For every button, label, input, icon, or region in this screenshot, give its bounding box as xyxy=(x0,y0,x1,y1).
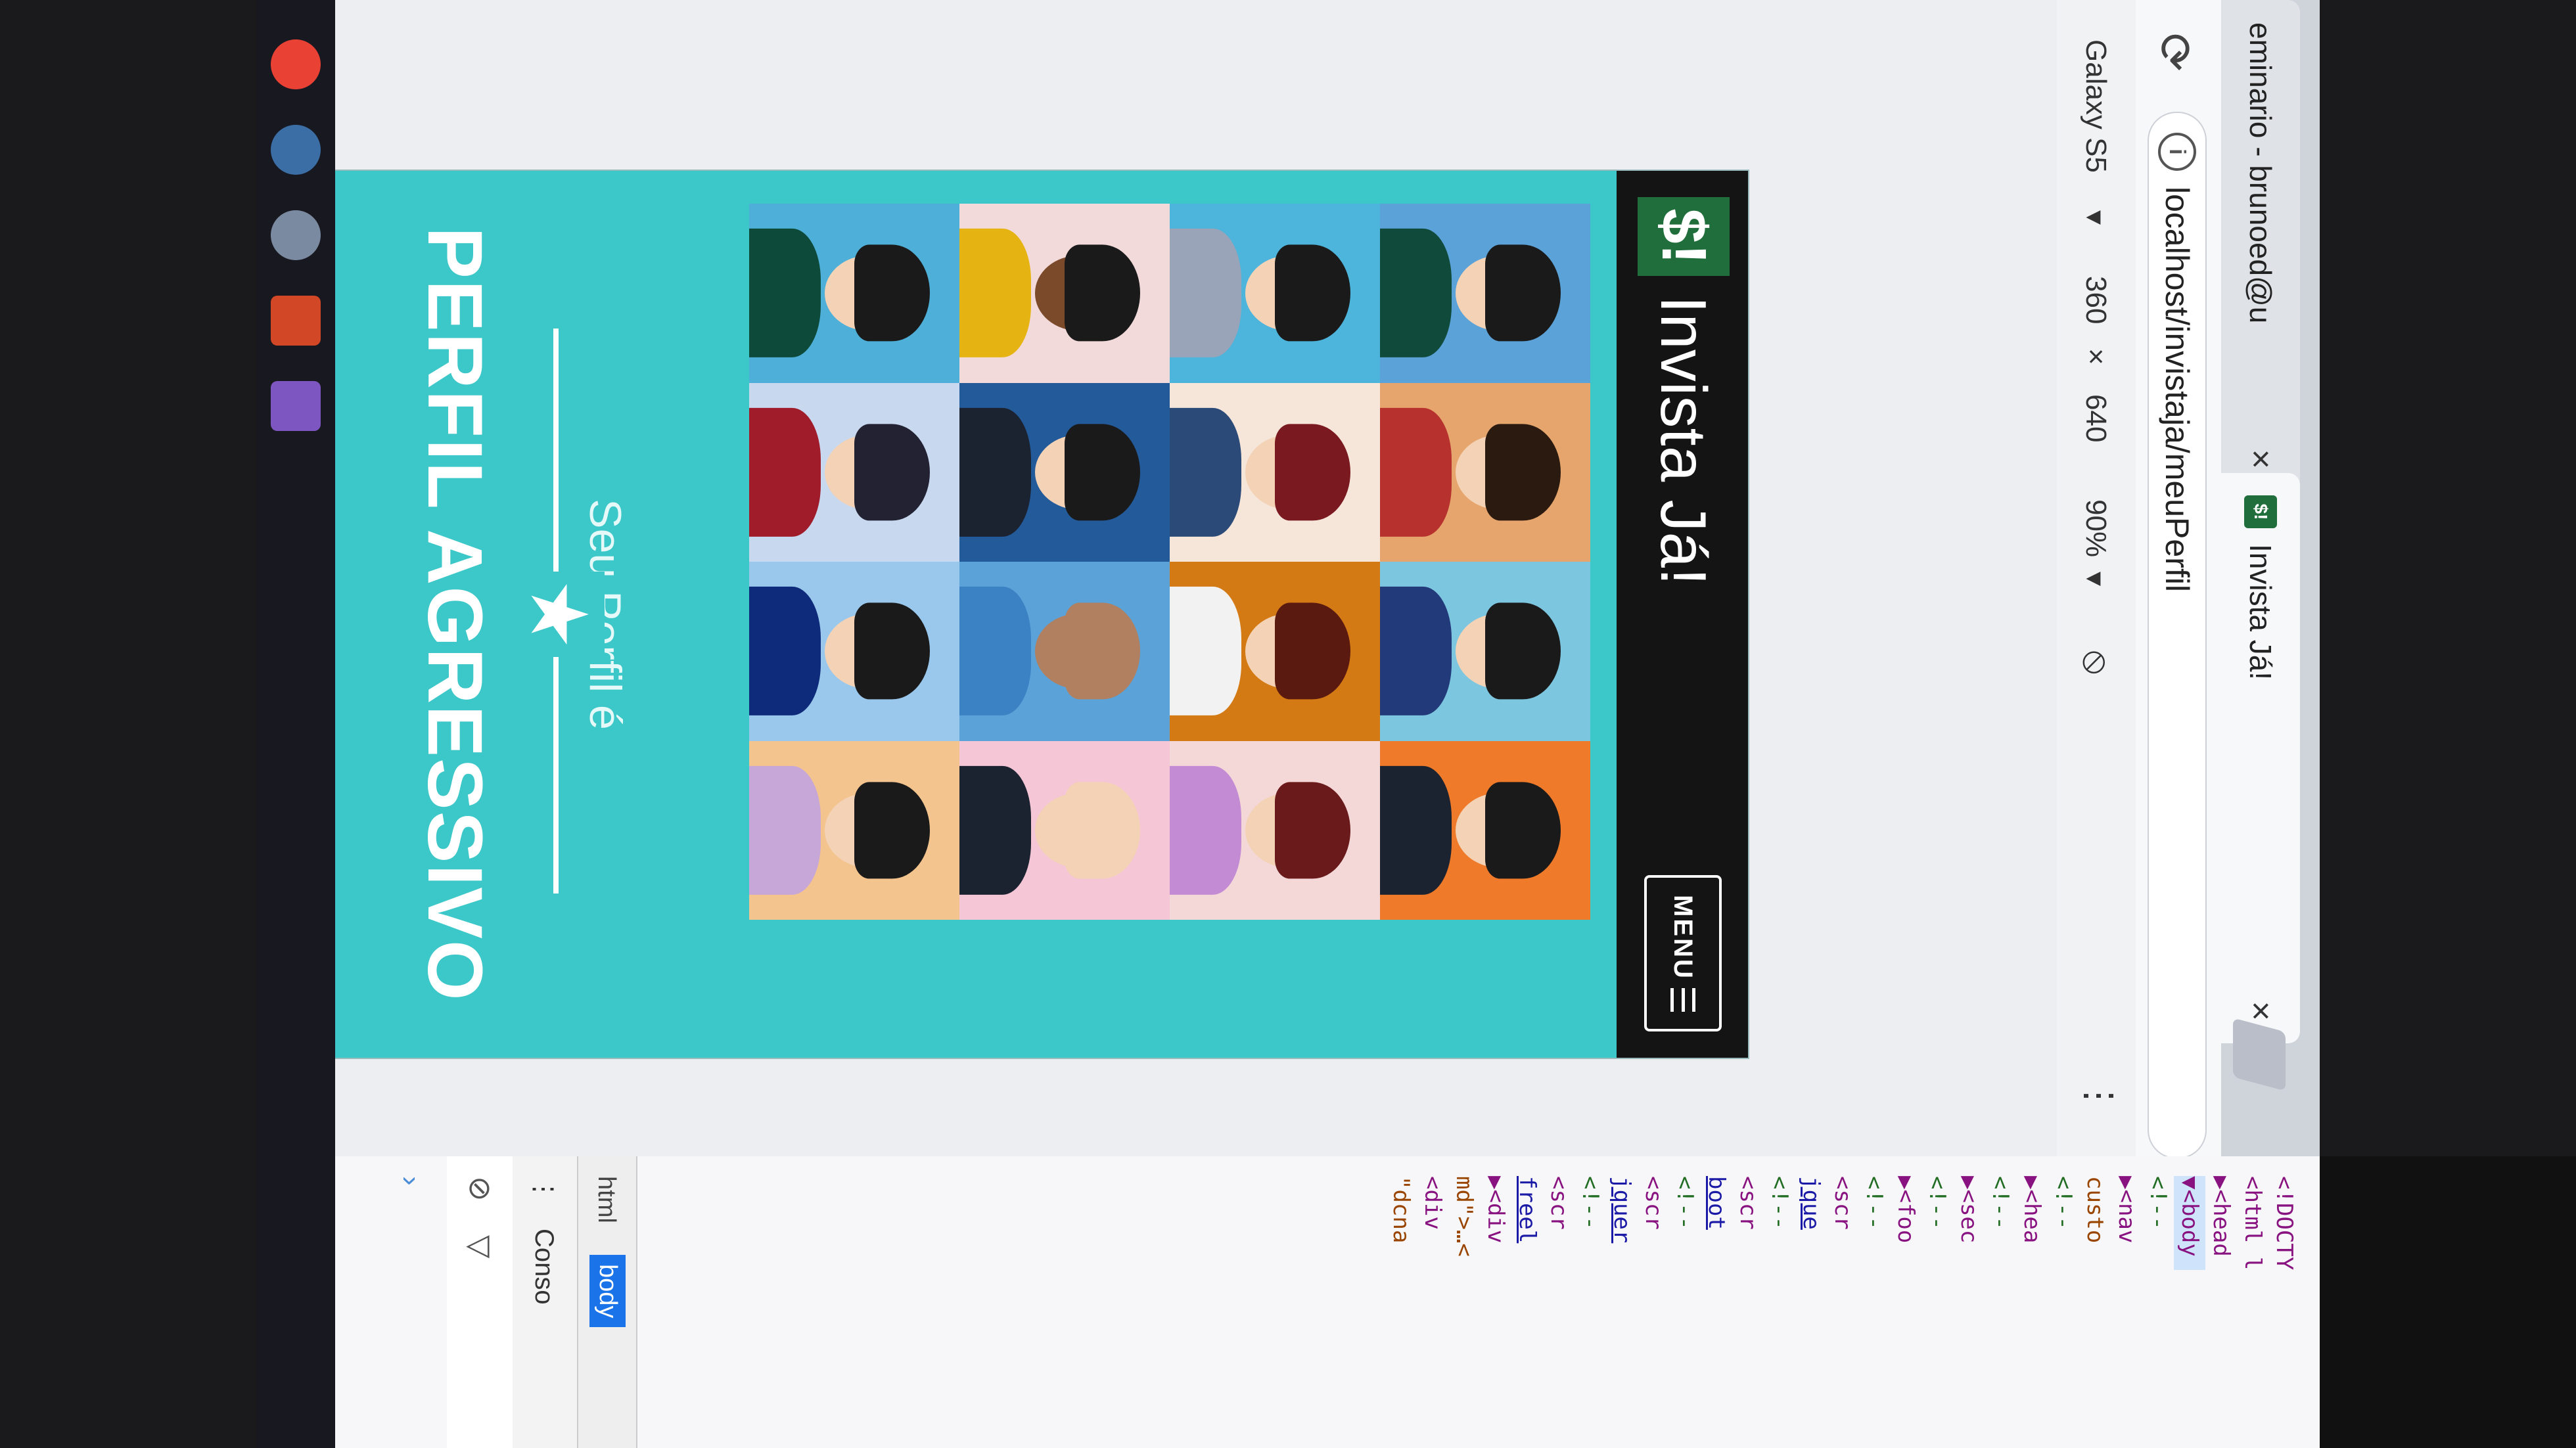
browser-tab-bar: eminario - brunoed@u × $! Invista Já! × xyxy=(2221,0,2320,1156)
favicon-icon: $! xyxy=(2244,495,2277,528)
code-line: jque xyxy=(1798,1176,1824,1230)
brand-logo: $! xyxy=(1638,197,1730,276)
avatar-tile xyxy=(1170,740,1380,920)
console-tab[interactable]: Conso xyxy=(529,1229,559,1305)
avatar-tile xyxy=(1380,382,1590,562)
code-line: ▼<body xyxy=(2174,1176,2205,1271)
close-icon[interactable]: × xyxy=(2241,449,2280,469)
avatar-tile xyxy=(1170,382,1380,562)
code-line: <scr xyxy=(1640,1176,1667,1230)
code-line: <!-- xyxy=(2050,1176,2077,1230)
clear-icon[interactable]: ⊘ xyxy=(463,1176,498,1202)
star-icon: ★ xyxy=(513,572,605,657)
device-select[interactable]: Galaxy S5 xyxy=(2079,39,2112,173)
width-input[interactable]: 360 xyxy=(2079,276,2112,324)
photo-stage: eminario - brunoed@u × $! Invista Já! × … xyxy=(0,0,2576,1448)
url-text: localhost/invistaja/meuPerfil xyxy=(2159,187,2196,592)
code-line: freel xyxy=(1514,1176,1540,1244)
viewport-area: $! Invista Já! MENU Seu Perfil é ★ PERFI… xyxy=(335,0,2057,1156)
brand-name: Invista Já! xyxy=(1647,296,1720,586)
avatar-tile xyxy=(959,740,1170,920)
avatar-tile xyxy=(1380,740,1590,920)
more-icon[interactable]: ⋮ xyxy=(2078,1077,2121,1114)
code-line: <html l xyxy=(2240,1176,2266,1271)
site-navbar: $! Invista Já! MENU xyxy=(1617,171,1748,1058)
address-bar: ⟳ i localhost/invistaja/meuPerfil xyxy=(2134,0,2221,1156)
chevron-icon[interactable]: › xyxy=(394,1176,427,1186)
app-icon[interactable] xyxy=(271,210,321,260)
filter-icon[interactable]: ▽ xyxy=(463,1235,498,1258)
code-line: jquer xyxy=(1609,1176,1635,1244)
avatar-tile xyxy=(959,562,1170,741)
breadcrumb-body[interactable]: body xyxy=(589,1255,626,1328)
chrome-icon[interactable] xyxy=(271,39,321,89)
tab-inactive-label: eminario - brunoed@u xyxy=(2243,22,2278,324)
code-line: <!-- xyxy=(1861,1176,1887,1230)
chevron-down-icon[interactable]: ▾ xyxy=(2079,210,2112,225)
code-line: ▶<nav xyxy=(2113,1176,2140,1244)
avatar-tile xyxy=(1170,562,1380,741)
code-line: <scr xyxy=(1735,1176,1761,1230)
code-line: ▶<foo xyxy=(1893,1176,1919,1244)
avatar-tile xyxy=(749,740,959,920)
avatar-grid xyxy=(749,204,1590,920)
avatar-tile xyxy=(1380,562,1590,741)
more-icon[interactable]: ⋮ xyxy=(528,1176,559,1202)
profile-value: PERFIL AGRESSIVO xyxy=(411,227,498,1002)
code-line: <!-- xyxy=(1987,1176,2013,1230)
avatar-tile xyxy=(749,562,959,741)
monitor-screen: eminario - brunoed@u × $! Invista Já! × … xyxy=(335,0,2320,1156)
code-line: <scr xyxy=(1829,1176,1856,1230)
code-line: ▶<div xyxy=(1483,1176,1509,1244)
url-field[interactable]: i localhost/invistaja/meuPerfil xyxy=(2148,112,2207,1156)
height-input[interactable]: 640 xyxy=(2079,394,2112,442)
code-line: <scr xyxy=(1546,1176,1572,1230)
tab-inactive[interactable]: eminario - brunoed@u × xyxy=(2221,0,2300,491)
visual-studio-icon[interactable] xyxy=(271,381,321,431)
avatar-tile xyxy=(749,204,959,383)
avatar-tile xyxy=(959,204,1170,383)
breadcrumb-html[interactable]: html xyxy=(592,1176,620,1223)
code-line: <div xyxy=(1419,1176,1446,1230)
avatar-tile xyxy=(1170,204,1380,383)
brand[interactable]: $! Invista Já! xyxy=(1638,197,1730,585)
code-line: md">…< xyxy=(1451,1176,1477,1257)
code-line: <!-- xyxy=(2145,1176,2171,1230)
taskbar xyxy=(256,0,335,1448)
info-icon[interactable]: i xyxy=(2158,133,2196,171)
tab-active-label: Invista Já! xyxy=(2243,544,2278,681)
code-line: boot xyxy=(1703,1176,1730,1230)
code-line: "dcna xyxy=(1388,1176,1414,1244)
avatar-tile xyxy=(959,382,1170,562)
console-tab-bar: ⋮ Conso xyxy=(511,1156,578,1448)
devtools-elements: <!DOCTY <html l ▶<head ▼<body <!-- ▶<nav… xyxy=(335,1156,2320,1448)
code-line: <!-- xyxy=(1577,1176,1603,1230)
avatar-tile xyxy=(749,382,959,562)
code-line: ▶<hea xyxy=(2019,1176,2045,1244)
tab-active[interactable]: $! Invista Já! × xyxy=(2221,473,2300,1043)
code-line: <!-- xyxy=(1924,1176,1950,1230)
avatar-tile xyxy=(1380,204,1590,383)
code-line: <!DOCTY xyxy=(2271,1176,2297,1271)
app-icon[interactable] xyxy=(271,125,321,175)
powerpoint-icon[interactable] xyxy=(271,296,321,346)
reload-icon[interactable]: ⟳ xyxy=(2148,33,2201,72)
close-icon[interactable]: × xyxy=(2241,1001,2280,1021)
code-line: <!-- xyxy=(1672,1176,1698,1230)
code-line: <!-- xyxy=(1766,1176,1793,1230)
devtools-breadcrumb: html body xyxy=(577,1156,637,1448)
code-line: custo xyxy=(2082,1176,2108,1244)
mobile-viewport: $! Invista Já! MENU Seu Perfil é ★ PERFI… xyxy=(335,171,1748,1058)
device-toolbar: Galaxy S5 ▾ 360 × 640 90% ▾ ⦸ ⋮ xyxy=(2056,0,2136,1156)
hamburger-icon xyxy=(1670,987,1695,1012)
chevron-down-icon[interactable]: ▾ xyxy=(2079,572,2112,586)
code-line: ▶<head xyxy=(2208,1176,2234,1257)
menu-button[interactable]: MENU xyxy=(1644,875,1722,1031)
console-toolbar: ⊘ ▽ xyxy=(447,1156,513,1448)
menu-label: MENU xyxy=(1668,895,1698,980)
dimension-separator: × xyxy=(2080,348,2112,365)
code-line: ▶<sec xyxy=(1956,1176,1982,1244)
zoom-select[interactable]: 90% xyxy=(2079,499,2112,557)
rotate-icon[interactable]: ⦸ xyxy=(2075,650,2119,675)
